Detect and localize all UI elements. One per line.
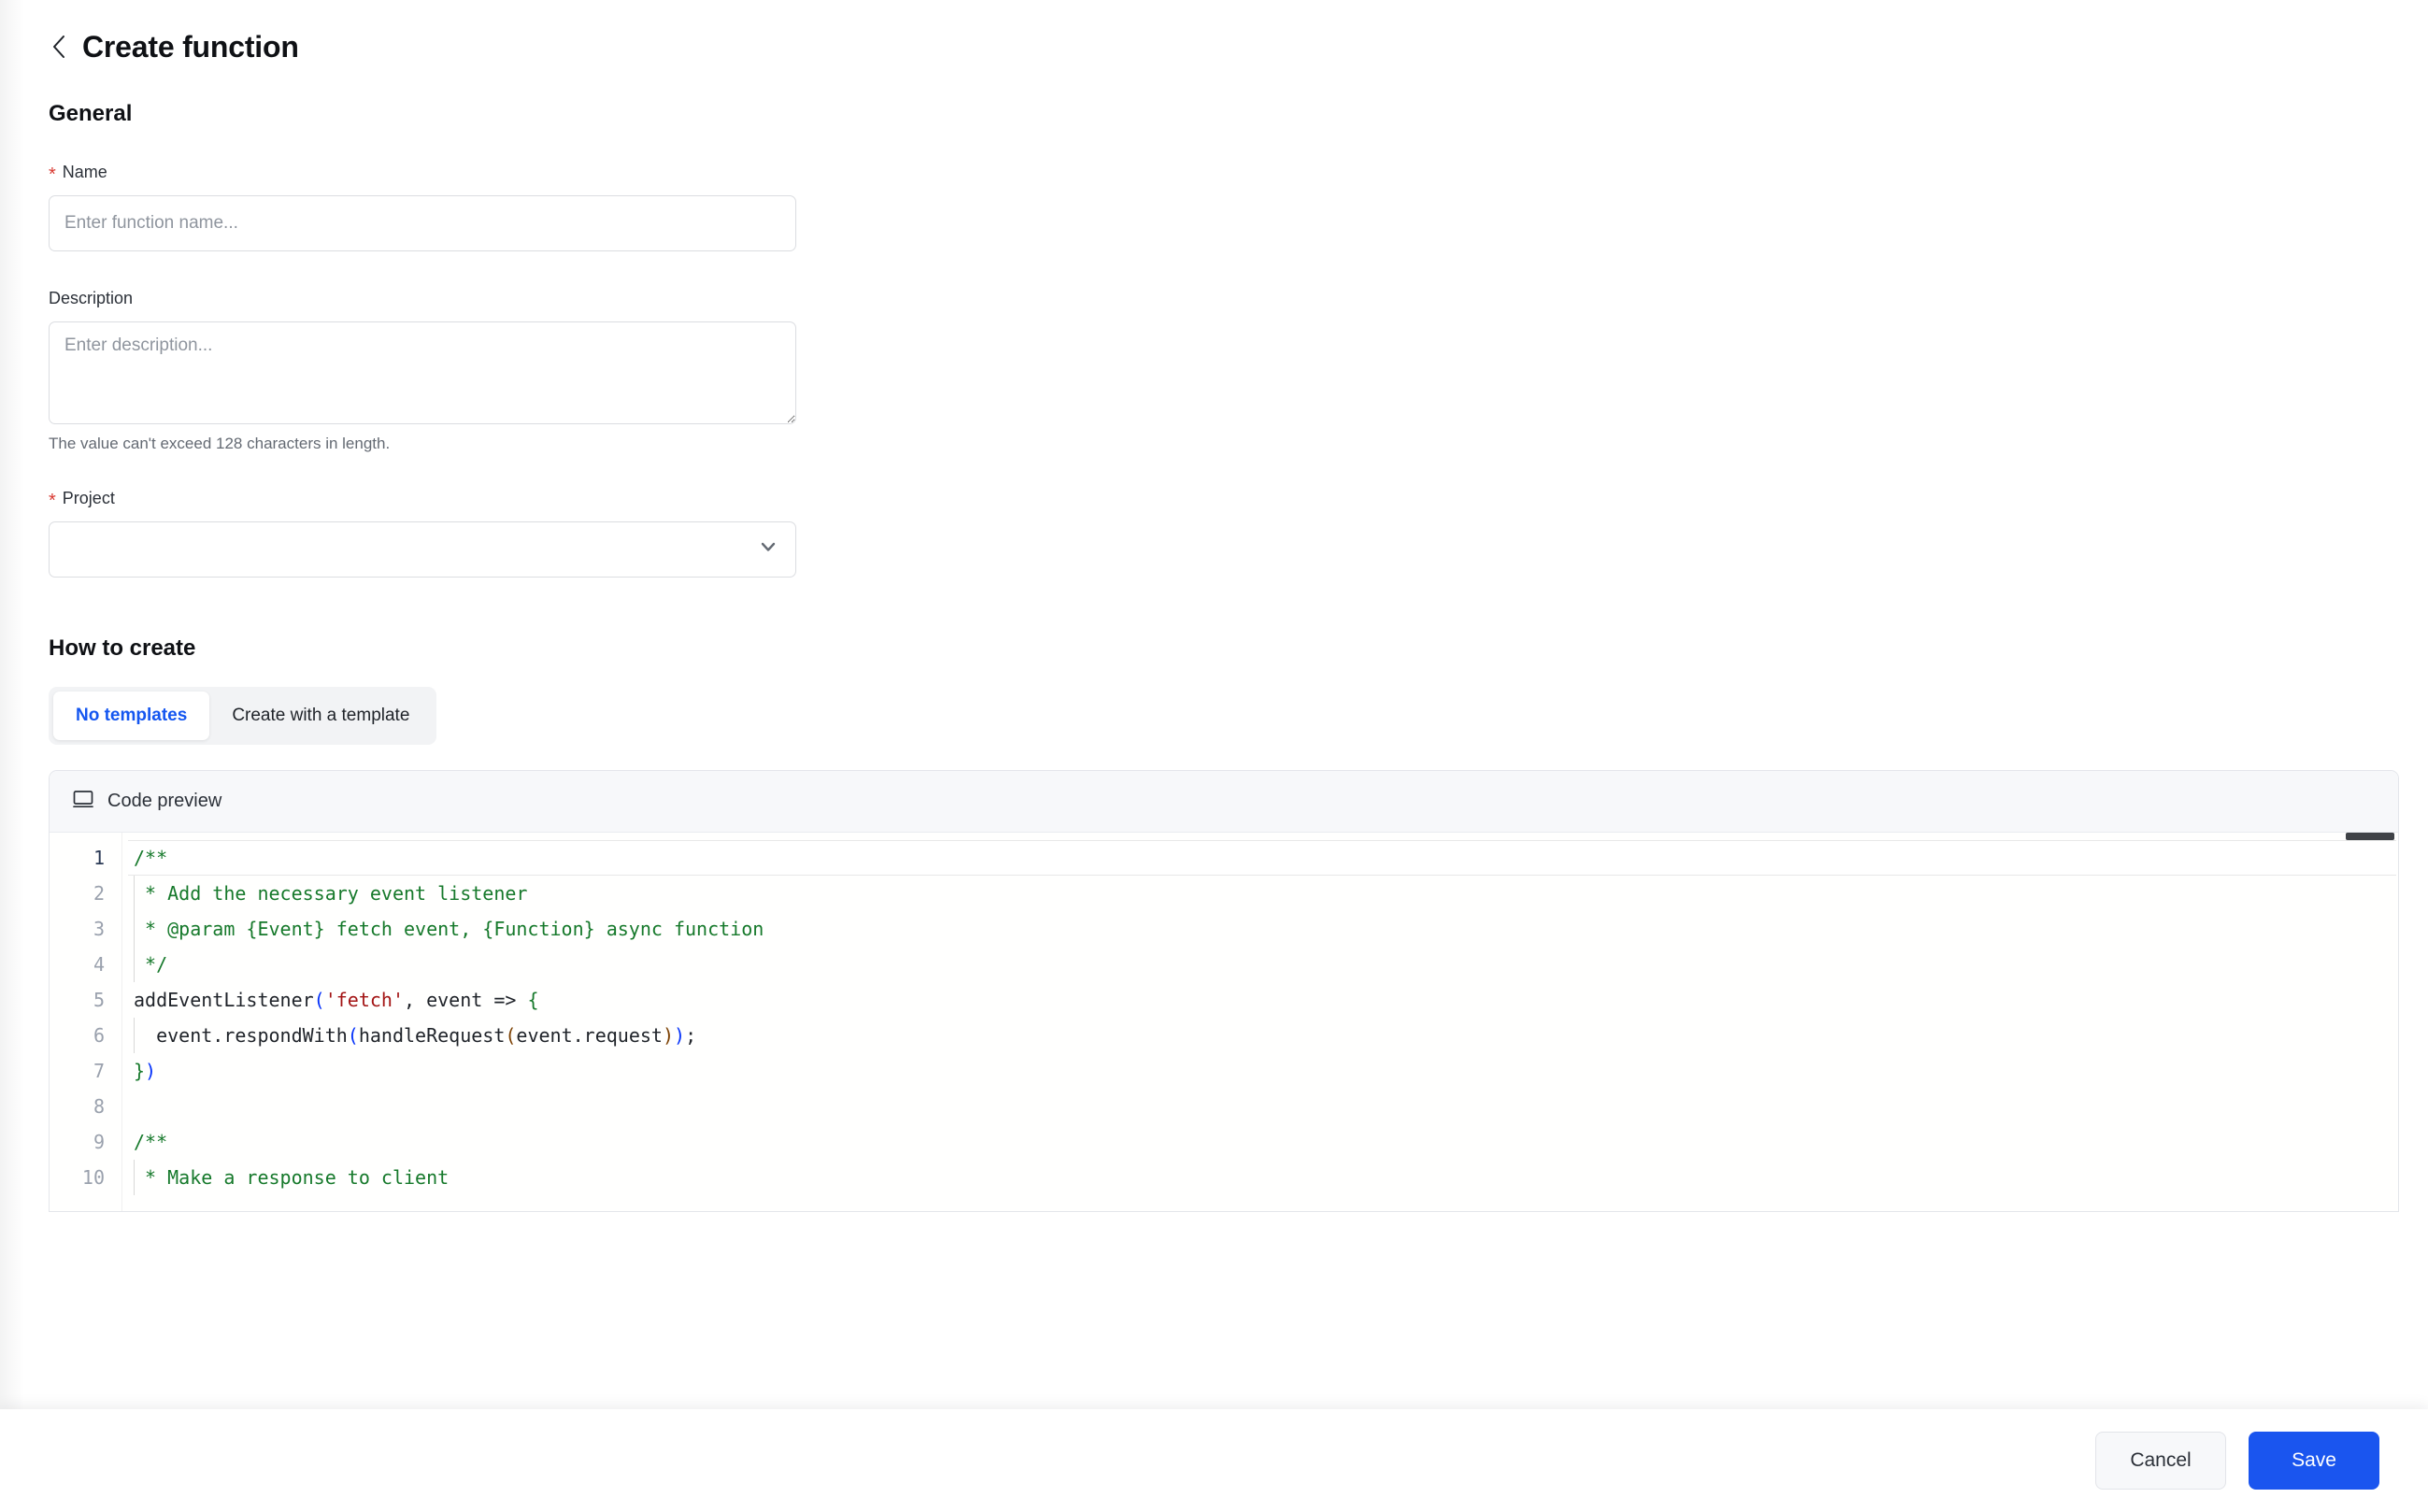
page-header: Create function [0, 0, 2428, 67]
description-helper-text: The value can't exceed 128 characters in… [49, 435, 391, 452]
create-function-page: Create function General * Name Descripti… [0, 0, 2428, 1512]
project-label: * Project [49, 487, 2428, 511]
line-number: 6 [93, 1024, 105, 1047]
code-preview-card: Code preview 1 2 3 4 5 6 7 8 9 10 /** * … [49, 770, 2399, 1212]
code-gutter: 1 2 3 4 5 6 7 8 9 10 [50, 833, 122, 1211]
code-token-comment: /** [134, 847, 168, 869]
field-description: Description The value can't exceed 128 c… [0, 287, 2428, 453]
code-preview-title: Code preview [107, 791, 222, 811]
page-title: Create function [82, 30, 299, 64]
code-line: /** [128, 840, 2396, 876]
code-token-raw: addEventListener('fetch', event => { [134, 989, 539, 1011]
chevron-down-icon[interactable] [758, 536, 778, 563]
tab-create-with-a-template[interactable]: Create with a template [209, 692, 432, 740]
project-select[interactable] [49, 521, 796, 578]
code-editor[interactable]: 1 2 3 4 5 6 7 8 9 10 /** * Add the neces… [50, 833, 2398, 1211]
how-to-create-tabs: No templates Create with a template [49, 687, 437, 745]
line-number: 7 [93, 1060, 105, 1082]
tab-no-templates[interactable]: No templates [53, 692, 210, 740]
code-line: }) [128, 1053, 2398, 1089]
code-line: addEventListener('fetch', event => { [128, 982, 2398, 1018]
code-token-comment: */ [134, 953, 168, 976]
code-token-comment: /** [134, 1131, 168, 1153]
required-marker: * [49, 164, 56, 185]
code-line: * @param {Event} fetch event, {Function}… [128, 911, 2398, 947]
description-textarea[interactable] [49, 321, 796, 424]
code-line: /** [128, 1124, 2398, 1160]
code-line: * Make a response to client [128, 1160, 2398, 1195]
code-token-comment: * Make a response to client [134, 1166, 450, 1189]
field-project: * Project [0, 487, 2428, 578]
line-number: 5 [93, 989, 105, 1011]
line-number: 8 [93, 1095, 105, 1118]
name-label: * Name [49, 161, 2428, 185]
code-lines[interactable]: /** * Add the necessary event listener *… [122, 833, 2398, 1211]
section-title-how-to-create: How to create [49, 635, 196, 661]
project-label-text: Project [62, 489, 115, 507]
line-number: 9 [93, 1131, 105, 1153]
section-title-general: General [49, 101, 133, 126]
code-token-comment: * Add the necessary event listener [134, 882, 528, 905]
line-number: 1 [93, 847, 105, 869]
line-number: 2 [93, 882, 105, 905]
code-token-raw: event.respondWith(handleRequest(event.re… [134, 1024, 697, 1047]
code-preview-header: Code preview [50, 771, 2398, 833]
line-number: 4 [93, 953, 105, 976]
code-line: event.respondWith(handleRequest(event.re… [128, 1018, 2398, 1053]
code-token-comment: * @param {Event} fetch event, {Function}… [134, 918, 764, 940]
line-number: 3 [93, 918, 105, 940]
save-button[interactable]: Save [2249, 1432, 2379, 1490]
code-line: */ [128, 947, 2398, 982]
description-label: Description [49, 287, 2428, 309]
cancel-button[interactable]: Cancel [2095, 1432, 2226, 1490]
description-label-text: Description [49, 289, 134, 307]
footer-action-bar: Cancel Save [0, 1409, 2428, 1512]
code-token-raw: }) [134, 1060, 157, 1082]
required-marker: * [49, 491, 56, 511]
line-number: 10 [81, 1166, 105, 1189]
horizontal-scrollbar-thumb[interactable] [2346, 833, 2394, 840]
name-label-text: Name [62, 163, 107, 181]
field-name: * Name [0, 161, 2428, 251]
code-line: * Add the necessary event listener [128, 876, 2398, 911]
chevron-left-icon[interactable] [49, 31, 69, 63]
function-name-input[interactable] [49, 195, 796, 251]
monitor-icon [72, 788, 94, 815]
